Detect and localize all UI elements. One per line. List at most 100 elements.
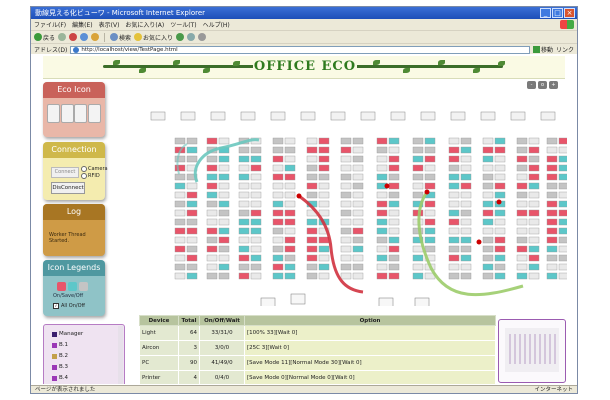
desk-unit[interactable] bbox=[284, 254, 296, 262]
desk-unit[interactable] bbox=[558, 146, 567, 154]
close-button[interactable]: × bbox=[564, 8, 575, 18]
desk-unit[interactable] bbox=[412, 173, 424, 181]
desk-unit[interactable] bbox=[272, 209, 284, 217]
desk-unit[interactable] bbox=[424, 200, 436, 208]
desk-unit[interactable] bbox=[186, 236, 198, 244]
desk-unit[interactable] bbox=[272, 263, 284, 271]
desk-unit[interactable] bbox=[558, 254, 567, 262]
desk-unit[interactable] bbox=[186, 155, 198, 163]
desk-unit[interactable] bbox=[424, 218, 436, 226]
desk-unit[interactable] bbox=[388, 173, 400, 181]
desk-unit[interactable] bbox=[284, 173, 296, 181]
desk-unit[interactable] bbox=[482, 146, 494, 154]
desk-unit[interactable] bbox=[218, 164, 230, 172]
desk-unit[interactable] bbox=[412, 263, 424, 271]
desk-unit[interactable] bbox=[174, 236, 186, 244]
desk-unit[interactable] bbox=[284, 263, 296, 271]
desk-unit[interactable] bbox=[238, 182, 250, 190]
desk-unit[interactable] bbox=[218, 227, 230, 235]
desk-unit[interactable] bbox=[388, 155, 400, 163]
desk-unit[interactable] bbox=[340, 227, 352, 235]
desk-unit[interactable] bbox=[558, 209, 567, 217]
desk-unit[interactable] bbox=[482, 200, 494, 208]
minimize-button[interactable]: _ bbox=[540, 8, 551, 18]
desk-unit[interactable] bbox=[516, 254, 528, 262]
desk-unit[interactable] bbox=[460, 209, 472, 217]
desk-unit[interactable] bbox=[376, 155, 388, 163]
desk-unit[interactable] bbox=[546, 218, 558, 226]
desk-unit[interactable] bbox=[546, 245, 558, 253]
desk-unit[interactable] bbox=[218, 191, 230, 199]
desk-unit[interactable] bbox=[528, 146, 540, 154]
desk-unit[interactable] bbox=[546, 254, 558, 262]
desk-unit[interactable] bbox=[376, 227, 388, 235]
desk-unit[interactable] bbox=[174, 254, 186, 262]
desk-unit[interactable] bbox=[318, 146, 330, 154]
desk-unit[interactable] bbox=[318, 200, 330, 208]
desk-unit[interactable] bbox=[186, 218, 198, 226]
desk-unit[interactable] bbox=[460, 218, 472, 226]
address-input[interactable]: http://localhost/view/TestPage.html bbox=[70, 45, 530, 54]
desk-unit[interactable] bbox=[528, 182, 540, 190]
desk-unit[interactable] bbox=[546, 173, 558, 181]
desk-unit[interactable] bbox=[558, 137, 567, 145]
desk-unit[interactable] bbox=[340, 209, 352, 217]
desk-unit[interactable] bbox=[174, 137, 186, 145]
desk-unit[interactable] bbox=[352, 155, 364, 163]
desk-unit[interactable] bbox=[460, 254, 472, 262]
desk-unit[interactable] bbox=[206, 245, 218, 253]
desk-unit[interactable] bbox=[460, 191, 472, 199]
meeting-table[interactable] bbox=[240, 111, 256, 121]
desk-unit[interactable] bbox=[376, 173, 388, 181]
desk-unit[interactable] bbox=[238, 263, 250, 271]
desk-unit[interactable] bbox=[318, 254, 330, 262]
desk-unit[interactable] bbox=[528, 227, 540, 235]
desk-unit[interactable] bbox=[528, 272, 540, 280]
desk-unit[interactable] bbox=[174, 173, 186, 181]
menu-file[interactable]: ファイル(F) bbox=[34, 20, 66, 29]
desk-unit[interactable] bbox=[218, 236, 230, 244]
desk-unit[interactable] bbox=[376, 191, 388, 199]
zoom-in-icon[interactable]: + bbox=[549, 81, 558, 89]
desk-unit[interactable] bbox=[412, 272, 424, 280]
desk-unit[interactable] bbox=[558, 245, 567, 253]
desk-unit[interactable] bbox=[218, 272, 230, 280]
printer-station[interactable] bbox=[378, 297, 394, 306]
desk-unit[interactable] bbox=[528, 218, 540, 226]
desk-unit[interactable] bbox=[218, 263, 230, 271]
desk-unit[interactable] bbox=[218, 218, 230, 226]
desk-unit[interactable] bbox=[174, 245, 186, 253]
desk-unit[interactable] bbox=[516, 245, 528, 253]
desk-unit[interactable] bbox=[412, 164, 424, 172]
desk-unit[interactable] bbox=[306, 137, 318, 145]
desk-unit[interactable] bbox=[460, 245, 472, 253]
printer-station[interactable] bbox=[414, 297, 430, 306]
desk-unit[interactable] bbox=[558, 227, 567, 235]
desk-unit[interactable] bbox=[306, 155, 318, 163]
desk-unit[interactable] bbox=[482, 245, 494, 253]
desk-unit[interactable] bbox=[318, 173, 330, 181]
meeting-table[interactable] bbox=[390, 111, 406, 121]
desk-unit[interactable] bbox=[250, 200, 262, 208]
desk-unit[interactable] bbox=[448, 272, 460, 280]
desk-unit[interactable] bbox=[448, 146, 460, 154]
desk-unit[interactable] bbox=[460, 164, 472, 172]
group-item[interactable]: B.4 bbox=[52, 375, 68, 381]
desk-unit[interactable] bbox=[272, 245, 284, 253]
links-button[interactable]: リンク bbox=[556, 45, 577, 54]
desk-unit[interactable] bbox=[352, 218, 364, 226]
desk-unit[interactable] bbox=[284, 272, 296, 280]
desk-unit[interactable] bbox=[460, 182, 472, 190]
desk-unit[interactable] bbox=[482, 164, 494, 172]
desk-unit[interactable] bbox=[558, 200, 567, 208]
desk-unit[interactable] bbox=[424, 209, 436, 217]
print-button[interactable] bbox=[198, 33, 207, 41]
desk-unit[interactable] bbox=[206, 209, 218, 217]
desk-unit[interactable] bbox=[306, 236, 318, 244]
desk-unit[interactable] bbox=[340, 164, 352, 172]
desk-unit[interactable] bbox=[388, 137, 400, 145]
desk-unit[interactable] bbox=[352, 146, 364, 154]
desk-unit[interactable] bbox=[272, 146, 284, 154]
desk-unit[interactable] bbox=[206, 227, 218, 235]
desk-unit[interactable] bbox=[376, 236, 388, 244]
